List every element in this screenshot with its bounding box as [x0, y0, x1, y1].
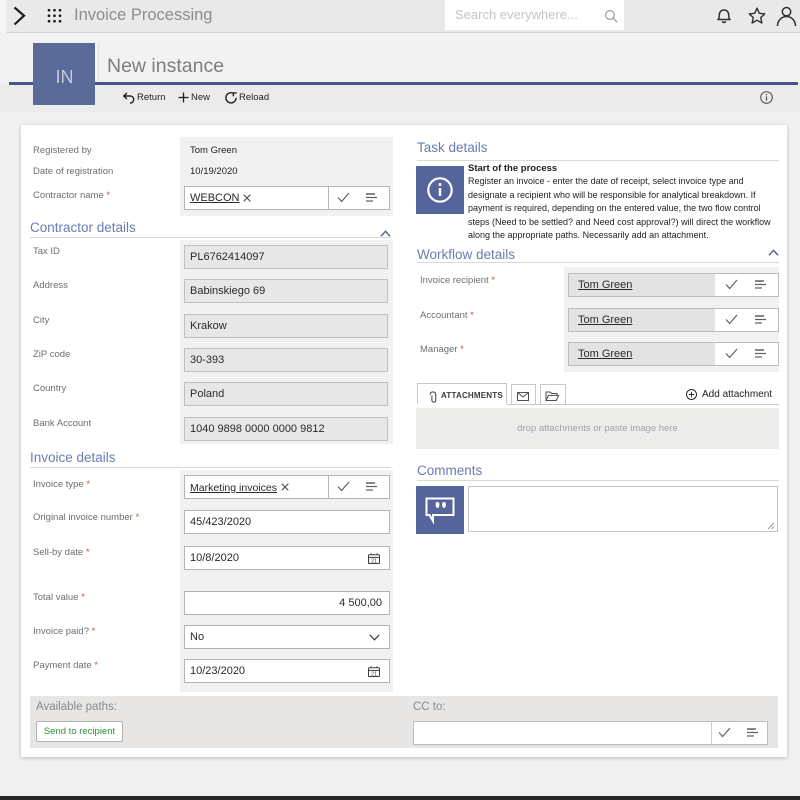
svg-text:21: 21	[371, 671, 377, 677]
svg-text:21: 21	[371, 558, 377, 564]
